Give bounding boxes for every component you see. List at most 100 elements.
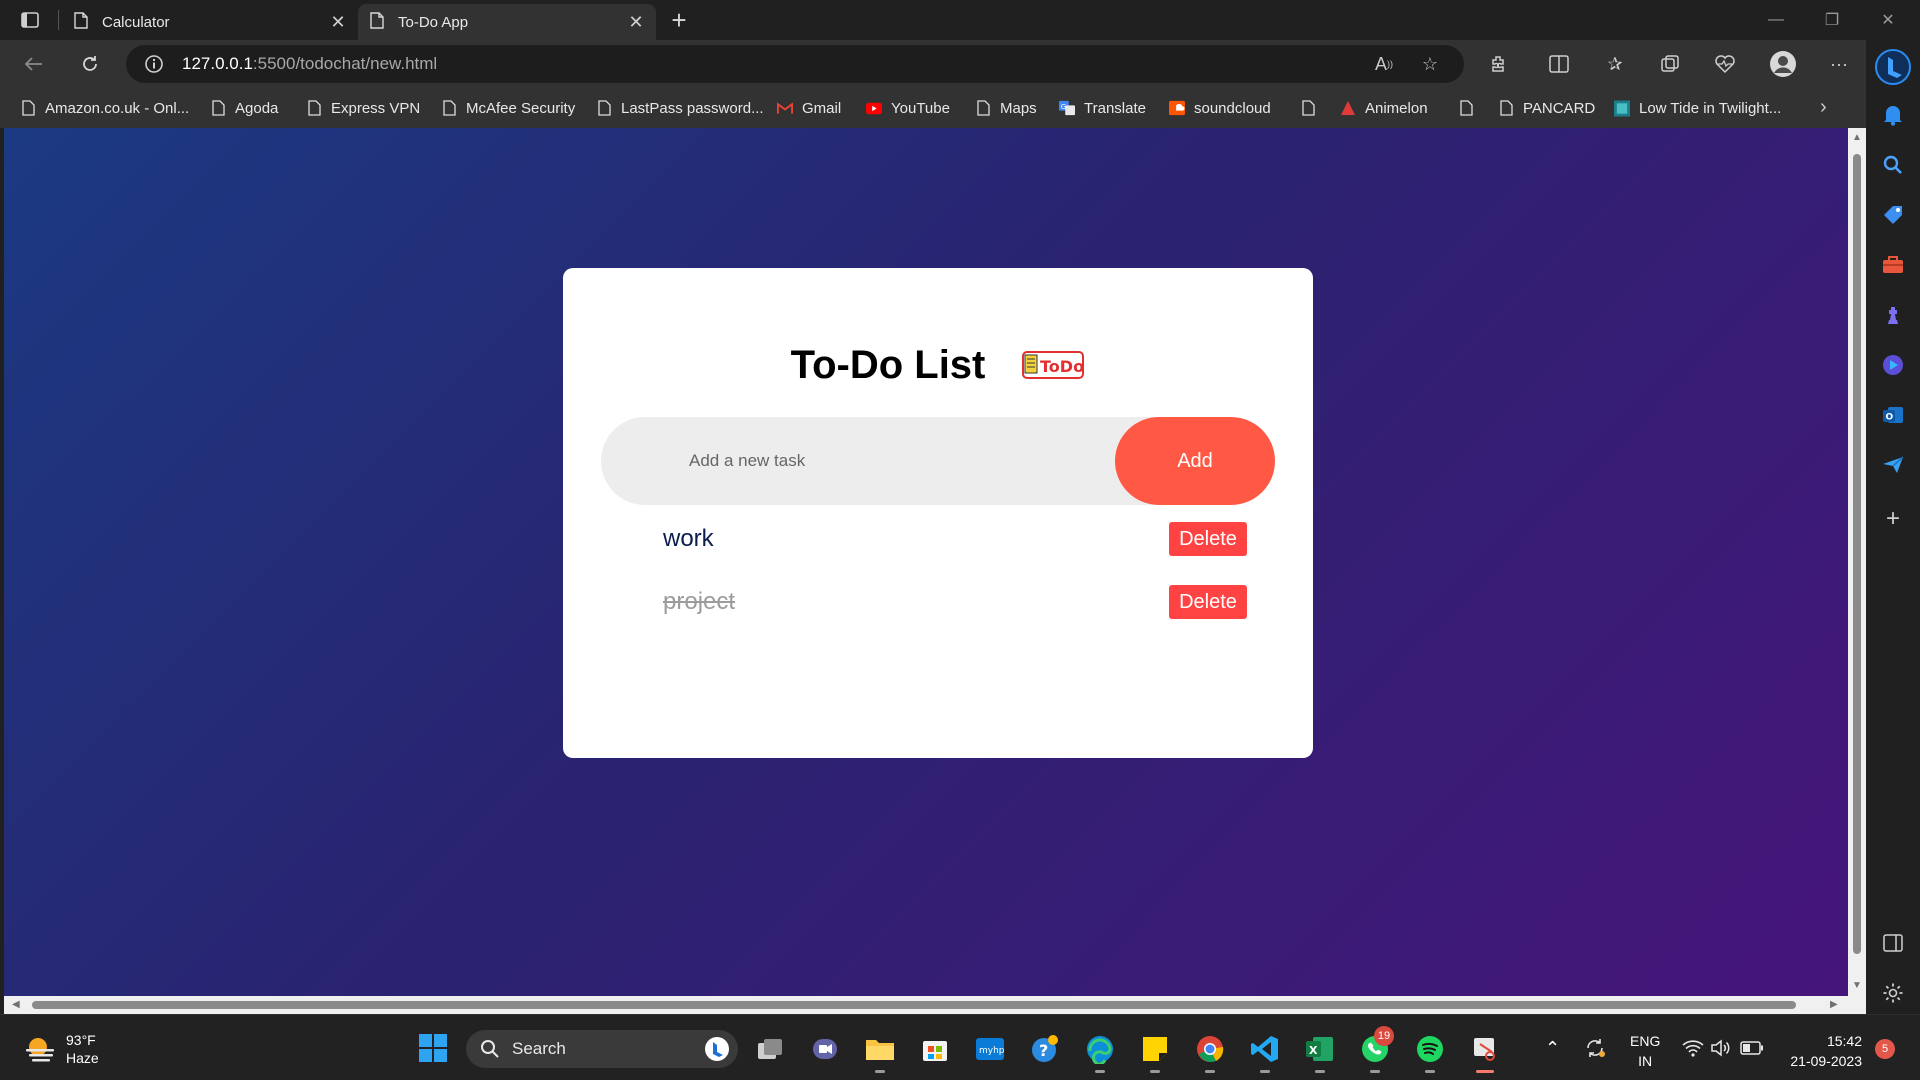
shopping-tag-icon[interactable]	[1880, 202, 1906, 228]
close-window-button[interactable]: ✕	[1860, 0, 1916, 40]
scroll-up-arrow-icon[interactable]: ▲	[1852, 132, 1862, 143]
address-bar[interactable]: 127.0.0.1:5500/todochat/new.html A)) ☆	[126, 45, 1464, 83]
settings-gear-icon[interactable]	[1880, 980, 1906, 1006]
scrollbar-thumb[interactable]	[1853, 154, 1861, 954]
bookmark-item[interactable]: soundcloud	[1169, 97, 1271, 119]
notification-bell-icon[interactable]	[1880, 102, 1906, 128]
weather-widget[interactable]: 93°F Haze	[24, 1031, 99, 1067]
battery-icon[interactable]	[1740, 1015, 1764, 1080]
favorites-icon[interactable]: ✰	[1600, 50, 1630, 78]
site-info-icon[interactable]	[144, 54, 164, 74]
bookmark-item[interactable]: LastPass password...	[596, 97, 764, 119]
close-icon[interactable]: ✕	[626, 12, 646, 32]
volume-icon[interactable]	[1710, 1015, 1732, 1080]
wifi-icon[interactable]	[1682, 1015, 1704, 1080]
add-icon[interactable]: +	[1880, 505, 1906, 532]
favorite-star-icon[interactable]: ☆	[1418, 53, 1442, 75]
bookmark-item[interactable]: Gmail	[777, 97, 841, 119]
read-aloud-icon[interactable]: A))	[1372, 53, 1396, 75]
search-icon[interactable]	[1880, 152, 1906, 178]
task-view-icon[interactable]	[753, 1032, 787, 1066]
tab-calculator[interactable]: Calculator ✕	[62, 4, 358, 40]
todo-card: To-Do List ToDo Add work Delete project …	[563, 268, 1313, 758]
horizontal-scrollbar[interactable]: ◀ ▶	[4, 996, 1866, 1014]
search-icon	[481, 1040, 499, 1058]
notification-count-badge[interactable]: 5	[1875, 1039, 1895, 1059]
bookmark-item[interactable]: Express VPN	[306, 97, 420, 119]
whatsapp-unread-badge: 19	[1374, 1026, 1394, 1046]
scroll-left-arrow-icon[interactable]: ◀	[12, 999, 20, 1010]
games-chess-icon[interactable]	[1880, 302, 1906, 328]
chrome-icon[interactable]	[1193, 1032, 1227, 1073]
spotify-icon[interactable]	[1413, 1032, 1447, 1073]
task-text[interactable]: work	[663, 525, 714, 553]
bookmark-item[interactable]: Low Tide in Twilight...	[1614, 97, 1781, 119]
collections-icon[interactable]	[1655, 50, 1685, 78]
new-task-input[interactable]	[601, 417, 1115, 505]
outlook-icon[interactable]: O	[1880, 402, 1906, 428]
task-item[interactable]: work Delete	[663, 522, 1273, 556]
bookmark-item[interactable]	[1300, 97, 1325, 119]
windows-start-icon[interactable]	[418, 1033, 448, 1063]
new-tab-button[interactable]: +	[662, 4, 696, 36]
whatsapp-icon[interactable]: 19	[1358, 1026, 1394, 1073]
help-tips-icon[interactable]: ?	[1028, 1032, 1062, 1066]
split-screen-icon[interactable]	[1544, 50, 1574, 78]
delete-task-button[interactable]: Delete	[1169, 522, 1247, 556]
reload-button[interactable]	[72, 48, 108, 80]
teams-chat-icon[interactable]	[808, 1032, 842, 1066]
scroll-down-arrow-icon[interactable]: ▼	[1852, 980, 1862, 991]
bookmark-label: Gmail	[802, 99, 842, 117]
bookmark-item[interactable]: PANCARD	[1498, 97, 1595, 119]
bookmark-item[interactable]: Amazon.co.uk - Onl...	[20, 97, 189, 119]
input-language-indicator[interactable]: ENG IN	[1630, 1031, 1660, 1071]
profile-avatar[interactable]	[1768, 50, 1798, 78]
file-explorer-icon[interactable]	[863, 1032, 897, 1073]
myhp-icon[interactable]: myhp	[973, 1032, 1007, 1066]
bing-copilot-icon[interactable]	[1874, 48, 1912, 86]
back-button[interactable]	[16, 48, 52, 80]
snipping-tool-icon[interactable]	[1468, 1032, 1502, 1073]
svg-text:X: X	[1309, 1044, 1318, 1057]
browser-essentials-icon[interactable]	[1710, 50, 1740, 78]
scrollbar-thumb[interactable]	[32, 1001, 1796, 1009]
bookmark-item[interactable]	[1458, 97, 1483, 119]
bookmark-label: Express VPN	[331, 99, 421, 117]
restore-button[interactable]: ❐	[1804, 0, 1860, 40]
microsoft-store-icon[interactable]	[918, 1032, 952, 1066]
url-text[interactable]: 127.0.0.1:5500/todochat/new.html	[182, 54, 437, 74]
bookmark-item[interactable]: McAfee Security	[441, 97, 575, 119]
chevron-right-icon[interactable]: ›	[1820, 96, 1827, 119]
extensions-icon[interactable]	[1484, 50, 1514, 78]
send-plane-icon[interactable]	[1880, 452, 1906, 478]
tools-briefcase-icon[interactable]	[1880, 252, 1906, 278]
vscode-icon[interactable]	[1248, 1032, 1282, 1073]
region-code: IN	[1638, 1053, 1653, 1069]
vertical-scrollbar[interactable]: ▲ ▼	[1848, 128, 1866, 996]
tab-todo-app[interactable]: To-Do App ✕	[358, 4, 656, 40]
microsoft-365-icon[interactable]	[1880, 352, 1906, 378]
bookmark-item[interactable]: Agoda	[210, 97, 278, 119]
task-item-completed[interactable]: project Delete	[663, 585, 1273, 619]
edge-browser-icon[interactable]	[1083, 1032, 1117, 1073]
show-hidden-icons-chevron-up-icon[interactable]: ⌃	[1545, 1015, 1560, 1080]
delete-task-button[interactable]: Delete	[1169, 585, 1247, 619]
url-path: :5500/todochat/new.html	[252, 54, 438, 73]
bookmark-item[interactable]: G Translate	[1059, 97, 1146, 119]
bookmark-item[interactable]: YouTube	[866, 97, 950, 119]
tab-actions-icon[interactable]	[12, 6, 48, 34]
system-clock[interactable]: 15:42 21-09-2023	[1780, 1031, 1862, 1071]
add-task-button[interactable]: Add	[1115, 417, 1275, 505]
sidebar-toggle-icon[interactable]	[1880, 930, 1906, 956]
scroll-right-arrow-icon[interactable]: ▶	[1830, 999, 1838, 1010]
sticky-notes-icon[interactable]	[1138, 1032, 1172, 1073]
bookmark-item[interactable]: Maps	[975, 97, 1037, 119]
close-icon[interactable]: ✕	[328, 12, 348, 32]
excel-icon[interactable]: X	[1303, 1032, 1337, 1073]
sync-icon[interactable]	[1584, 1015, 1606, 1080]
more-options-icon[interactable]: ···	[1824, 50, 1854, 78]
task-text[interactable]: project	[663, 588, 735, 616]
taskbar-search[interactable]: Search	[466, 1030, 738, 1068]
minimize-button[interactable]: —	[1748, 0, 1804, 40]
bookmark-item[interactable]: Animelon	[1340, 97, 1428, 119]
